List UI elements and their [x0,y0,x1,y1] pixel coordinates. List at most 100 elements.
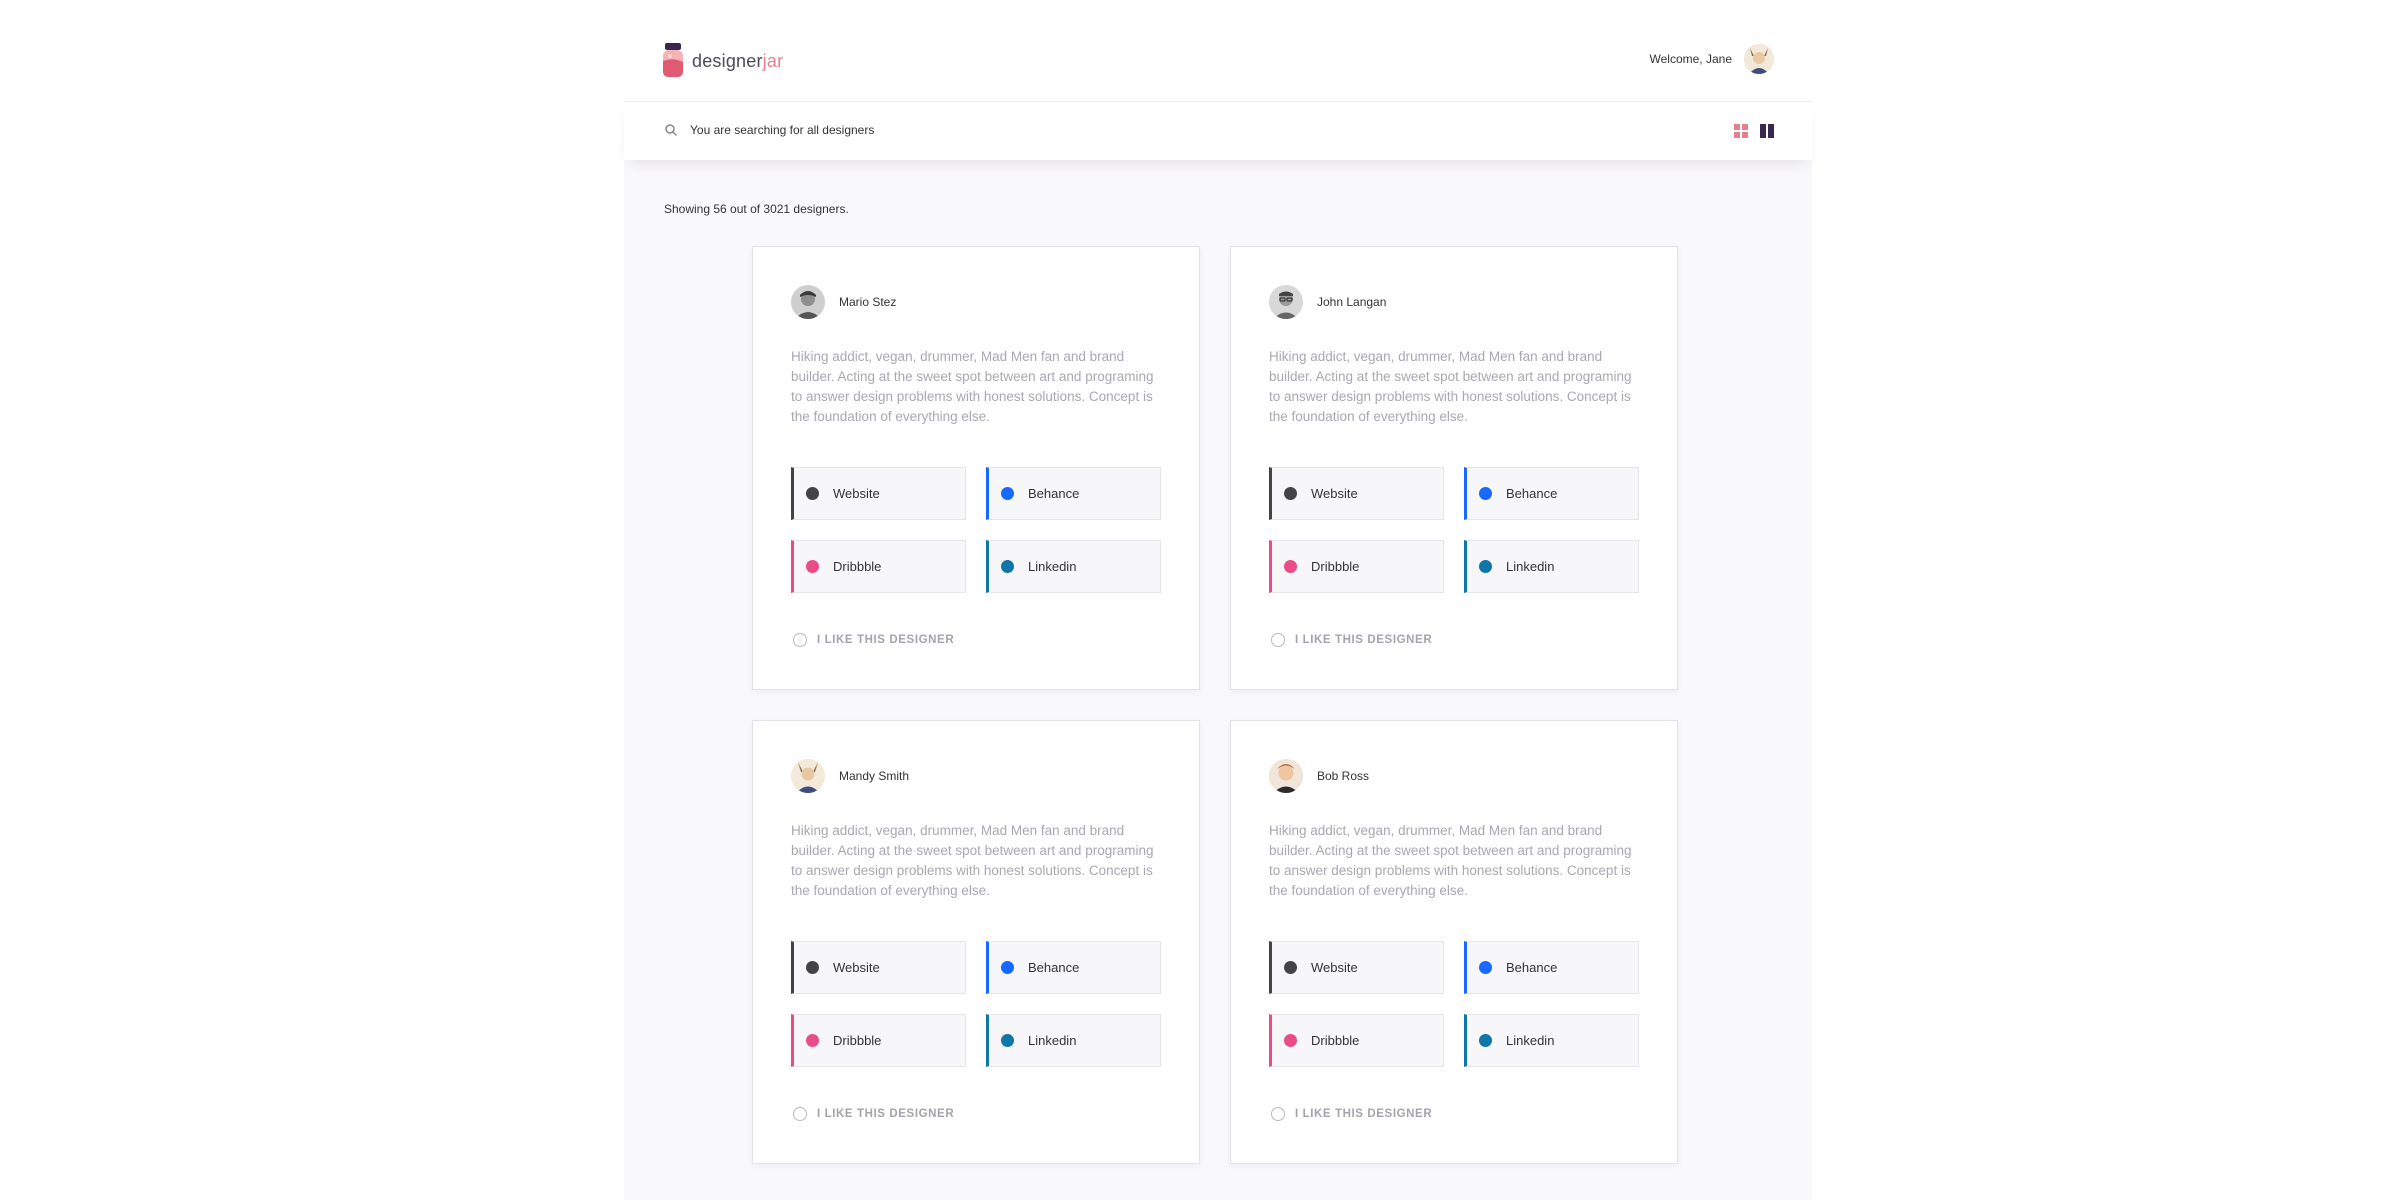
link-label: Behance [1506,486,1558,501]
designer-card: John Langan Hiking addict, vegan, drumme… [1230,246,1678,690]
dribbble-dot-icon [1284,1034,1297,1047]
dribbble-dot-icon [806,1034,819,1047]
like-label: I LIKE THIS DESIGNER [1295,1108,1433,1120]
website-dot-icon [1284,961,1297,974]
view-toggle [1734,124,1774,138]
designer-links: Website Behance Dribbble Linkedin [791,467,1163,593]
like-radio-icon[interactable] [1271,1107,1285,1121]
link-label: Linkedin [1506,1033,1555,1048]
designer-links: Website Behance Dribbble Linkedin [1269,941,1641,1067]
designer-name[interactable]: Mario Stez [839,295,896,309]
logo-text: designer jar [692,51,783,72]
link-label: Behance [1028,960,1080,975]
website-dot-icon [806,487,819,500]
link-label: Website [833,960,880,975]
designer-name[interactable]: John Langan [1317,295,1386,309]
designer-header: Mandy Smith [791,759,909,793]
link-label: Dribbble [833,559,882,574]
designer-bio: Hiking addict, vegan, drummer, Mad Men f… [791,823,1154,898]
logo[interactable]: designer jar [662,43,783,79]
top-bar: designer jar Welcome, Jane [624,0,1812,102]
link-label: Behance [1506,960,1558,975]
like-radio-icon[interactable] [793,633,807,647]
linkedin-link-button[interactable]: Linkedin [1464,540,1639,593]
like-radio-icon[interactable] [1271,633,1285,647]
designer-card: Mario Stez Hiking addict, vegan, drummer… [752,246,1200,690]
like-label: I LIKE THIS DESIGNER [1295,634,1433,646]
website-dot-icon [806,961,819,974]
like-designer-toggle[interactable]: I LIKE THIS DESIGNER [1271,633,1432,647]
content-area: Showing 56 out of 3021 designers. Mario … [624,160,1812,1200]
designer-card: Bob Ross Hiking addict, vegan, drummer, … [1230,720,1678,1164]
like-label: I LIKE THIS DESIGNER [817,1108,955,1120]
website-link-button[interactable]: Website [791,941,966,994]
designer-header: John Langan [1269,285,1386,319]
link-label: Dribbble [1311,1033,1360,1048]
link-label: Website [833,486,880,501]
website-link-button[interactable]: Website [1269,941,1444,994]
link-label: Website [1311,486,1358,501]
behance-dot-icon [1001,961,1014,974]
link-label: Dribbble [833,1033,882,1048]
designer-bio: Hiking addict, vegan, drummer, Mad Men f… [1269,823,1632,898]
website-link-button[interactable]: Website [1269,467,1444,520]
link-label: Dribbble [1311,559,1360,574]
dribbble-dot-icon [806,560,819,573]
designer-links: Website Behance Dribbble Linkedin [1269,467,1641,593]
search-input[interactable]: You are searching for all designers [690,123,874,137]
column-view-icon[interactable] [1760,124,1774,138]
results-summary: Showing 56 out of 3021 designers. [664,202,849,216]
linkedin-dot-icon [1001,560,1014,573]
dribbble-dot-icon [1284,560,1297,573]
dribbble-link-button[interactable]: Dribbble [791,540,966,593]
search-bar: You are searching for all designers [624,102,1812,160]
user-menu[interactable]: Welcome, Jane [1650,44,1774,74]
behance-link-button[interactable]: Behance [986,467,1161,520]
designer-header: Mario Stez [791,285,896,319]
linkedin-dot-icon [1479,1034,1492,1047]
linkedin-link-button[interactable]: Linkedin [986,540,1161,593]
behance-link-button[interactable]: Behance [986,941,1161,994]
dribbble-link-button[interactable]: Dribbble [1269,1014,1444,1067]
website-dot-icon [1284,487,1297,500]
linkedin-dot-icon [1001,1034,1014,1047]
designer-avatar[interactable] [791,759,825,793]
like-designer-toggle[interactable]: I LIKE THIS DESIGNER [793,633,954,647]
like-radio-icon[interactable] [793,1107,807,1121]
dribbble-link-button[interactable]: Dribbble [1269,540,1444,593]
logo-text-main: designer [692,50,763,71]
search-icon [664,123,678,137]
user-avatar[interactable] [1744,44,1774,74]
link-label: Linkedin [1028,1033,1077,1048]
behance-dot-icon [1479,961,1492,974]
behance-dot-icon [1001,487,1014,500]
designer-name[interactable]: Bob Ross [1317,769,1369,783]
designer-avatar[interactable] [791,285,825,319]
designer-avatar[interactable] [1269,759,1303,793]
behance-dot-icon [1479,487,1492,500]
link-label: Linkedin [1506,559,1555,574]
jar-icon [662,43,684,79]
grid-view-icon[interactable] [1734,124,1748,138]
app-window: designer jar Welcome, Jane You are searc… [624,0,1812,1200]
welcome-text: Welcome, Jane [1649,52,1732,66]
like-designer-toggle[interactable]: I LIKE THIS DESIGNER [1271,1107,1432,1121]
designer-avatar[interactable] [1269,285,1303,319]
linkedin-link-button[interactable]: Linkedin [1464,1014,1639,1067]
like-label: I LIKE THIS DESIGNER [817,634,955,646]
logo-text-accent: jar [762,50,784,71]
linkedin-link-button[interactable]: Linkedin [986,1014,1161,1067]
linkedin-dot-icon [1479,560,1492,573]
website-link-button[interactable]: Website [791,467,966,520]
link-label: Website [1311,960,1358,975]
designer-bio: Hiking addict, vegan, drummer, Mad Men f… [791,349,1154,424]
link-label: Linkedin [1028,559,1077,574]
designer-bio: Hiking addict, vegan, drummer, Mad Men f… [1269,349,1632,424]
designer-name[interactable]: Mandy Smith [839,769,909,783]
behance-link-button[interactable]: Behance [1464,467,1639,520]
behance-link-button[interactable]: Behance [1464,941,1639,994]
designer-card: Mandy Smith Hiking addict, vegan, drumme… [752,720,1200,1164]
link-label: Behance [1028,486,1080,501]
dribbble-link-button[interactable]: Dribbble [791,1014,966,1067]
like-designer-toggle[interactable]: I LIKE THIS DESIGNER [793,1107,954,1121]
